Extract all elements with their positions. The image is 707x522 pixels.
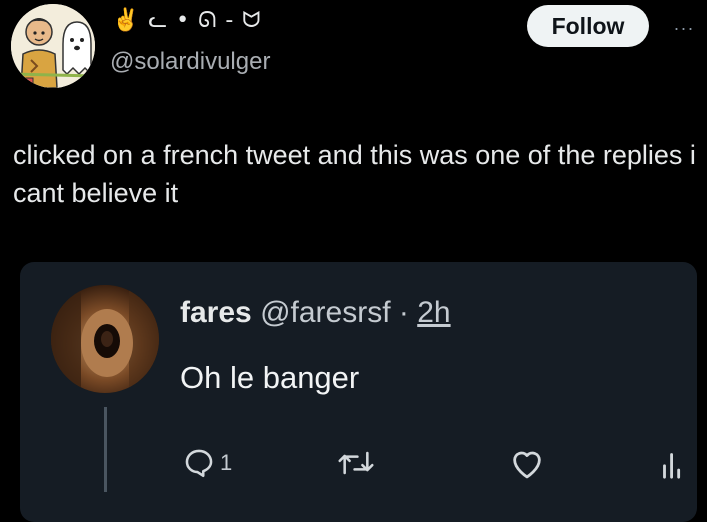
reply-action[interactable]: 1 <box>182 446 232 480</box>
retweet-action[interactable] <box>336 446 376 480</box>
more-options-icon[interactable]: ··· <box>664 16 704 40</box>
reply-text: Oh le banger <box>180 360 360 395</box>
cartoon-avatar-icon <box>11 4 95 88</box>
author-avatar[interactable] <box>11 4 95 88</box>
reply-author-name[interactable]: fares <box>180 296 252 329</box>
heart-icon <box>513 451 541 479</box>
reply-timestamp[interactable]: 2h <box>417 296 450 329</box>
retweet-icon <box>338 451 374 475</box>
thread-line <box>104 407 107 492</box>
reply-separator: · <box>390 296 418 329</box>
reply-author-handle[interactable]: @faresrsf <box>260 296 390 329</box>
author-display-name[interactable]: ✌️ ᓚ • ᘏ - ᗢ <box>112 8 262 33</box>
photo-avatar-icon <box>51 285 159 393</box>
tweet-text: clicked on a french tweet and this was o… <box>13 140 696 208</box>
reply-icon <box>185 449 213 478</box>
follow-button[interactable]: Follow <box>527 5 649 47</box>
reply-count: 1 <box>220 450 233 475</box>
reply-author-avatar[interactable] <box>51 285 159 393</box>
reply-header: fares @faresrsf · 2h <box>180 296 451 330</box>
views-action[interactable] <box>660 446 686 480</box>
like-action[interactable] <box>508 446 546 480</box>
views-bar-chart-icon <box>663 453 681 479</box>
tweet-header: ✌️ ᓚ • ᘏ - ᗢ @solardivulger Follow ··· <box>0 0 707 100</box>
author-handle[interactable]: @solardivulger <box>110 48 270 76</box>
more-options-label: ··· <box>673 17 695 38</box>
